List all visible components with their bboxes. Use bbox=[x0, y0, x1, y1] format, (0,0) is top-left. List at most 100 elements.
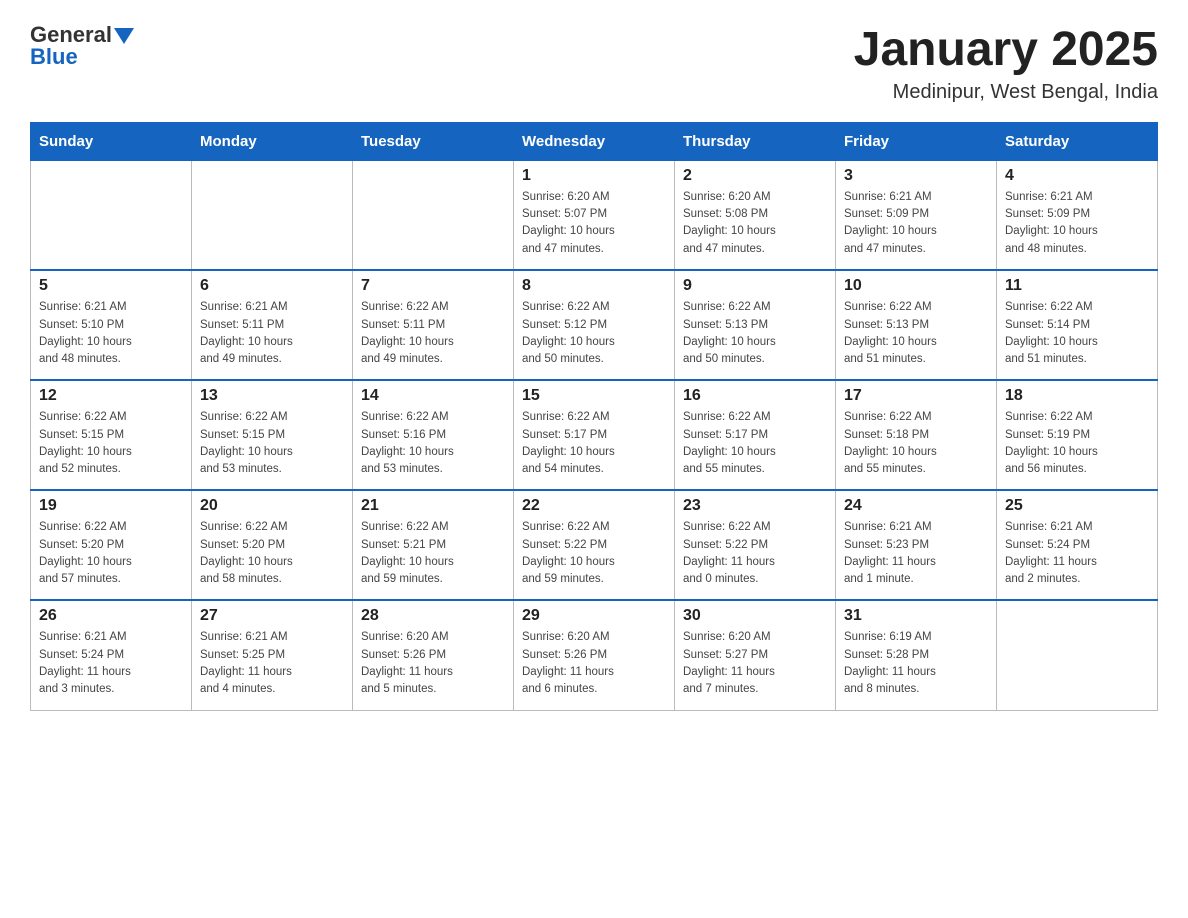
day-info: Sunrise: 6:20 AM Sunset: 5:07 PM Dayligh… bbox=[522, 189, 666, 258]
day-info: Sunrise: 6:21 AM Sunset: 5:10 PM Dayligh… bbox=[39, 299, 183, 368]
calendar-cell: 19 Sunrise: 6:22 AM Sunset: 5:20 PM Dayli… bbox=[31, 490, 192, 600]
calendar-subtitle: Medinipur, West Bengal, India bbox=[854, 81, 1158, 104]
day-info: Sunrise: 6:21 AM Sunset: 5:25 PM Dayligh… bbox=[200, 629, 344, 698]
calendar-cell: 25 Sunrise: 6:21 AM Sunset: 5:24 PM Dayli… bbox=[997, 490, 1158, 600]
calendar-cell: 3Sunrise: 6:21 AM Sunset: 5:09 PM Daylig… bbox=[836, 160, 997, 270]
calendar-cell: 20Sunrise: 6:22 AM Sunset: 5:20 PM Dayli… bbox=[192, 490, 353, 600]
day-info: Sunrise: 6:22 AM Sunset: 5:21 PM Dayligh… bbox=[361, 519, 505, 588]
calendar-cell: 16 Sunrise: 6:22 AM Sunset: 5:17 PM Dayli… bbox=[675, 380, 836, 490]
calendar-cell: 13Sunrise: 6:22 AM Sunset: 5:15 PM Dayli… bbox=[192, 380, 353, 490]
calendar-cell bbox=[192, 160, 353, 270]
day-info: Sunrise: 6:20 AM Sunset: 5:26 PM Dayligh… bbox=[522, 629, 666, 698]
week-row-4: 19 Sunrise: 6:22 AM Sunset: 5:20 PM Dayli… bbox=[31, 490, 1158, 600]
day-info: Sunrise: 6:21 AM Sunset: 5:11 PM Dayligh… bbox=[200, 299, 344, 368]
calendar-cell: 24 Sunrise: 6:21 AM Sunset: 5:23 PM Dayli… bbox=[836, 490, 997, 600]
calendar-cell: 22 Sunrise: 6:22 AM Sunset: 5:22 PM Dayli… bbox=[514, 490, 675, 600]
calendar-cell: 23 Sunrise: 6:22 AM Sunset: 5:22 PM Dayli… bbox=[675, 490, 836, 600]
calendar-cell: 8 Sunrise: 6:22 AM Sunset: 5:12 PM Daylig… bbox=[514, 270, 675, 380]
day-info: Sunrise: 6:22 AM Sunset: 5:13 PM Dayligh… bbox=[844, 299, 988, 368]
logo-triangle-icon bbox=[114, 28, 134, 44]
calendar-title: January 2025 bbox=[854, 24, 1158, 77]
calendar-cell: 2 Sunrise: 6:20 AM Sunset: 5:08 PM Daylig… bbox=[675, 160, 836, 270]
calendar-table: SundayMondayTuesdayWednesdayThursdayFrid… bbox=[30, 122, 1158, 711]
day-number: 10 bbox=[844, 277, 988, 295]
calendar-cell: 26 Sunrise: 6:21 AM Sunset: 5:24 PM Dayli… bbox=[31, 600, 192, 710]
day-info: Sunrise: 6:22 AM Sunset: 5:14 PM Dayligh… bbox=[1005, 299, 1149, 368]
week-row-3: 12Sunrise: 6:22 AM Sunset: 5:15 PM Dayli… bbox=[31, 380, 1158, 490]
calendar-cell: 6 Sunrise: 6:21 AM Sunset: 5:11 PM Daylig… bbox=[192, 270, 353, 380]
day-number: 5 bbox=[39, 277, 183, 295]
day-info: Sunrise: 6:22 AM Sunset: 5:20 PM Dayligh… bbox=[39, 519, 183, 588]
day-info: Sunrise: 6:22 AM Sunset: 5:20 PM Dayligh… bbox=[200, 519, 344, 588]
calendar-cell: 5 Sunrise: 6:21 AM Sunset: 5:10 PM Daylig… bbox=[31, 270, 192, 380]
calendar-cell: 30Sunrise: 6:20 AM Sunset: 5:27 PM Dayli… bbox=[675, 600, 836, 710]
day-info: Sunrise: 6:22 AM Sunset: 5:12 PM Dayligh… bbox=[522, 299, 666, 368]
calendar-cell: 18Sunrise: 6:22 AM Sunset: 5:19 PM Dayli… bbox=[997, 380, 1158, 490]
day-info: Sunrise: 6:21 AM Sunset: 5:09 PM Dayligh… bbox=[844, 189, 988, 258]
day-number: 26 bbox=[39, 607, 183, 625]
day-info: Sunrise: 6:22 AM Sunset: 5:15 PM Dayligh… bbox=[39, 409, 183, 478]
day-number: 8 bbox=[522, 277, 666, 295]
title-area: January 2025 Medinipur, West Bengal, Ind… bbox=[854, 24, 1158, 104]
day-info: Sunrise: 6:22 AM Sunset: 5:13 PM Dayligh… bbox=[683, 299, 827, 368]
calendar-cell: 7 Sunrise: 6:22 AM Sunset: 5:11 PM Daylig… bbox=[353, 270, 514, 380]
week-row-5: 26 Sunrise: 6:21 AM Sunset: 5:24 PM Dayli… bbox=[31, 600, 1158, 710]
day-number: 11 bbox=[1005, 277, 1149, 295]
day-info: Sunrise: 6:22 AM Sunset: 5:11 PM Dayligh… bbox=[361, 299, 505, 368]
calendar-cell: 31 Sunrise: 6:19 AM Sunset: 5:28 PM Dayli… bbox=[836, 600, 997, 710]
day-number: 2 bbox=[683, 167, 827, 185]
day-number: 17 bbox=[844, 387, 988, 405]
calendar-cell: 17 Sunrise: 6:22 AM Sunset: 5:18 PM Dayli… bbox=[836, 380, 997, 490]
day-number: 24 bbox=[844, 497, 988, 515]
day-number: 21 bbox=[361, 497, 505, 515]
calendar-cell: 11 Sunrise: 6:22 AM Sunset: 5:14 PM Dayli… bbox=[997, 270, 1158, 380]
day-info: Sunrise: 6:21 AM Sunset: 5:09 PM Dayligh… bbox=[1005, 189, 1149, 258]
day-info: Sunrise: 6:21 AM Sunset: 5:23 PM Dayligh… bbox=[844, 519, 988, 588]
calendar-cell: 4 Sunrise: 6:21 AM Sunset: 5:09 PM Daylig… bbox=[997, 160, 1158, 270]
day-number: 23 bbox=[683, 497, 827, 515]
logo: General Blue bbox=[30, 24, 134, 68]
day-header-tuesday: Tuesday bbox=[353, 122, 514, 160]
day-number: 4 bbox=[1005, 167, 1149, 185]
day-info: Sunrise: 6:22 AM Sunset: 5:18 PM Dayligh… bbox=[844, 409, 988, 478]
day-number: 29 bbox=[522, 607, 666, 625]
day-header-friday: Friday bbox=[836, 122, 997, 160]
calendar-cell: 29 Sunrise: 6:20 AM Sunset: 5:26 PM Dayli… bbox=[514, 600, 675, 710]
day-header-saturday: Saturday bbox=[997, 122, 1158, 160]
calendar-cell: 1 Sunrise: 6:20 AM Sunset: 5:07 PM Daylig… bbox=[514, 160, 675, 270]
calendar-cell bbox=[31, 160, 192, 270]
calendar-cell bbox=[997, 600, 1158, 710]
day-number: 19 bbox=[39, 497, 183, 515]
day-number: 27 bbox=[200, 607, 344, 625]
day-number: 31 bbox=[844, 607, 988, 625]
day-number: 6 bbox=[200, 277, 344, 295]
day-info: Sunrise: 6:22 AM Sunset: 5:17 PM Dayligh… bbox=[522, 409, 666, 478]
day-number: 1 bbox=[522, 167, 666, 185]
day-number: 22 bbox=[522, 497, 666, 515]
day-number: 14 bbox=[361, 387, 505, 405]
calendar-cell: 12Sunrise: 6:22 AM Sunset: 5:15 PM Dayli… bbox=[31, 380, 192, 490]
day-number: 25 bbox=[1005, 497, 1149, 515]
calendar-cell: 9 Sunrise: 6:22 AM Sunset: 5:13 PM Daylig… bbox=[675, 270, 836, 380]
days-header-row: SundayMondayTuesdayWednesdayThursdayFrid… bbox=[31, 122, 1158, 160]
day-info: Sunrise: 6:21 AM Sunset: 5:24 PM Dayligh… bbox=[39, 629, 183, 698]
day-info: Sunrise: 6:22 AM Sunset: 5:17 PM Dayligh… bbox=[683, 409, 827, 478]
header: General Blue January 2025 Medinipur, Wes… bbox=[30, 24, 1158, 104]
day-info: Sunrise: 6:20 AM Sunset: 5:26 PM Dayligh… bbox=[361, 629, 505, 698]
week-row-1: 1 Sunrise: 6:20 AM Sunset: 5:07 PM Daylig… bbox=[31, 160, 1158, 270]
day-info: Sunrise: 6:22 AM Sunset: 5:16 PM Dayligh… bbox=[361, 409, 505, 478]
day-number: 7 bbox=[361, 277, 505, 295]
day-number: 16 bbox=[683, 387, 827, 405]
day-number: 9 bbox=[683, 277, 827, 295]
day-info: Sunrise: 6:20 AM Sunset: 5:08 PM Dayligh… bbox=[683, 189, 827, 258]
day-info: Sunrise: 6:21 AM Sunset: 5:24 PM Dayligh… bbox=[1005, 519, 1149, 588]
day-number: 28 bbox=[361, 607, 505, 625]
day-info: Sunrise: 6:22 AM Sunset: 5:22 PM Dayligh… bbox=[522, 519, 666, 588]
day-number: 13 bbox=[200, 387, 344, 405]
logo-blue-text: Blue bbox=[30, 44, 78, 69]
week-row-2: 5 Sunrise: 6:21 AM Sunset: 5:10 PM Daylig… bbox=[31, 270, 1158, 380]
day-info: Sunrise: 6:22 AM Sunset: 5:22 PM Dayligh… bbox=[683, 519, 827, 588]
calendar-cell: 15Sunrise: 6:22 AM Sunset: 5:17 PM Dayli… bbox=[514, 380, 675, 490]
day-info: Sunrise: 6:19 AM Sunset: 5:28 PM Dayligh… bbox=[844, 629, 988, 698]
calendar-cell: 28 Sunrise: 6:20 AM Sunset: 5:26 PM Dayli… bbox=[353, 600, 514, 710]
